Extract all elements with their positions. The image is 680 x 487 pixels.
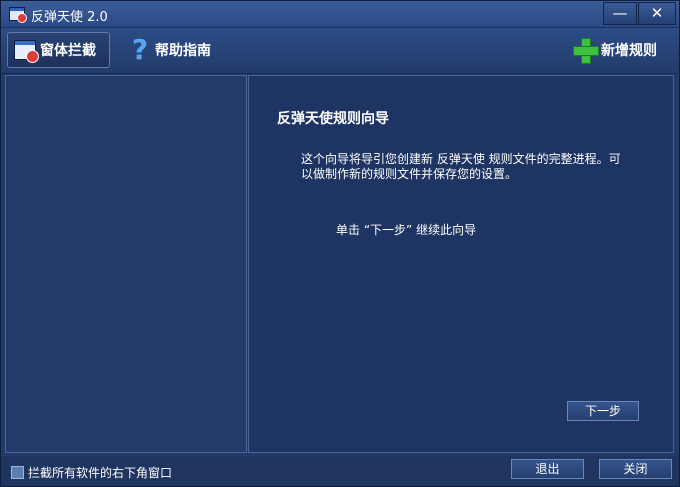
window-title: 反弹天使 2.0 xyxy=(31,10,108,25)
tab-help-guide-label: 帮助指南 xyxy=(155,43,211,59)
question-mark-icon: ? xyxy=(131,33,149,66)
add-rule-label: 新增规则 xyxy=(601,43,657,59)
title-bar[interactable]: 反弹天使 2.0 — ✕ xyxy=(1,1,679,28)
green-plus-icon xyxy=(573,38,599,64)
minimize-button[interactable]: — xyxy=(603,2,637,25)
wizard-panel: 反弹天使规则向导 这个向导将导引您创建新 反弹天使 规则文件的完整进程。可以做制… xyxy=(248,75,674,453)
app-window: 反弹天使 2.0 — ✕ 窗体拦截 ? 帮助指南 新增规则 反弹天使规则向导 这… xyxy=(0,0,680,487)
window-block-icon xyxy=(14,40,39,63)
app-window-icon xyxy=(9,7,27,23)
wizard-hint: 单击 “下一步” 继续此向导 xyxy=(336,223,477,237)
block-corner-popups-label[interactable]: 拦截所有软件的右下角窗口 xyxy=(28,464,172,481)
add-rule-button[interactable]: 新增规则 xyxy=(573,32,657,68)
block-corner-popups-checkbox[interactable] xyxy=(11,466,24,479)
next-button[interactable]: 下一步 xyxy=(567,401,639,421)
close-window-button[interactable]: ✕ xyxy=(638,2,676,25)
tab-block-window[interactable]: 窗体拦截 xyxy=(7,32,110,68)
wizard-title: 反弹天使规则向导 xyxy=(277,111,389,127)
wizard-description: 这个向导将导引您创建新 反弹天使 规则文件的完整进程。可以做制作新的规则文件并保… xyxy=(301,152,621,181)
toolbar: 窗体拦截 ? 帮助指南 新增规则 xyxy=(1,28,679,74)
tab-block-window-label: 窗体拦截 xyxy=(40,43,96,59)
exit-button[interactable]: 退出 xyxy=(511,459,584,479)
close-button[interactable]: 关闭 xyxy=(599,459,672,479)
tab-help-guide[interactable]: ? 帮助指南 xyxy=(129,32,211,68)
rule-list-panel[interactable] xyxy=(5,75,247,453)
status-bar: 拦截所有软件的右下角窗口 退出 关闭 xyxy=(1,456,679,486)
